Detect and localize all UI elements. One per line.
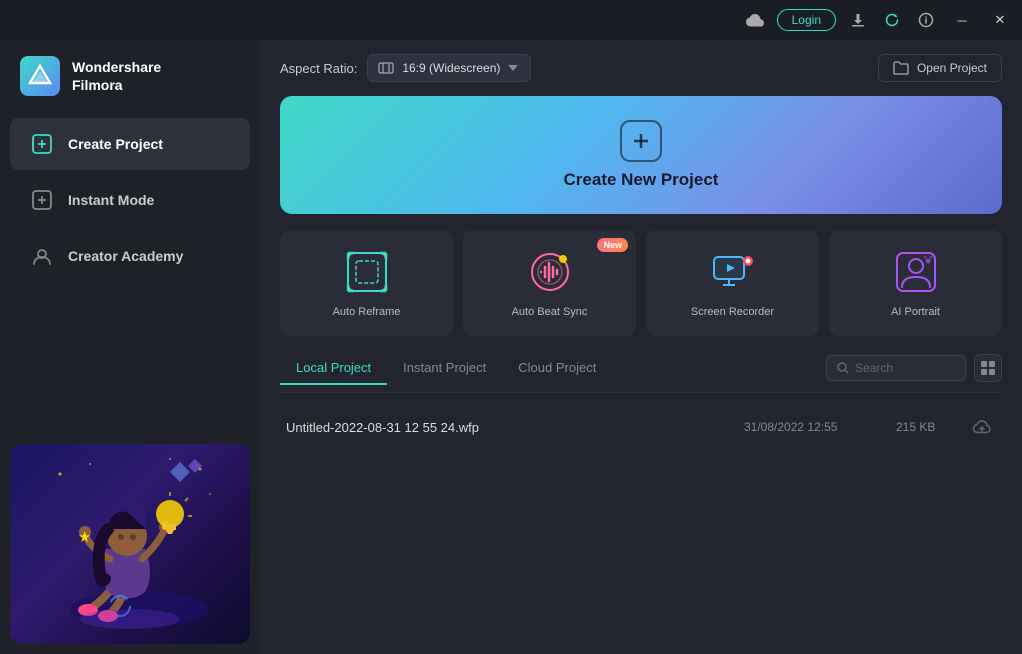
sidebar-item-create-project[interactable]: Create Project [10,118,250,170]
main-layout: Wondershare Filmora Create Project [0,40,1022,654]
table-row[interactable]: Untitled-2022-08-31 12 55 24.wfp 31/08/2… [280,403,1002,451]
ai-portrait-label: AI Portrait [891,306,940,318]
search-icon [837,362,849,374]
create-project-icon [30,132,54,156]
minimize-button[interactable]: ─ [948,6,976,34]
screen-recorder-label: Screen Recorder [691,306,774,318]
cloud-icon[interactable] [743,8,767,32]
instant-mode-label: Instant Mode [68,192,154,208]
upload-cloud-icon [972,417,992,437]
aspect-ratio-dropdown[interactable]: 16:9 (Widescreen) [367,54,531,82]
download-icon[interactable] [846,8,870,32]
chevron-down-icon [508,65,518,71]
grid-icon [981,361,995,375]
aspect-ratio-value: 16:9 (Widescreen) [402,61,500,75]
sidebar: Wondershare Filmora Create Project [0,40,260,654]
sidebar-illustration [0,434,260,654]
screen-recorder-icon [709,248,757,296]
quick-actions: Auto Reframe New [280,230,1002,336]
tab-local-project[interactable]: Local Project [280,352,387,385]
content-topbar: Aspect Ratio: 16:9 (Widescreen) [260,40,1022,96]
create-new-project-label: Create New Project [564,170,719,190]
refresh-icon[interactable] [880,8,904,32]
projects-toolbar [826,354,1002,382]
title-bar-icons: Login ─ ✕ [743,6,1014,34]
upload-to-cloud-button[interactable] [968,413,996,441]
action-card-ai-portrait[interactable]: AI Portrait [829,230,1002,336]
divider [280,392,1002,393]
tab-cloud-project[interactable]: Cloud Project [502,352,612,385]
auto-reframe-icon [343,248,391,296]
auto-beat-sync-label: Auto Beat Sync [512,306,588,318]
folder-icon [893,61,909,75]
app-name: Wondershare Filmora [72,58,161,94]
sidebar-item-instant-mode[interactable]: Instant Mode [10,174,250,226]
logo-area: Wondershare Filmora [0,44,260,116]
projects-section: Local Project Instant Project Cloud Proj… [280,352,1002,654]
create-plus-icon [620,120,662,162]
sidebar-item-creator-academy[interactable]: Creator Academy [10,230,250,282]
auto-beat-sync-icon [526,248,574,296]
action-card-screen-recorder[interactable]: Screen Recorder [646,230,819,336]
open-project-button[interactable]: Open Project [878,54,1002,82]
aspect-ratio-icon [378,62,394,74]
projects-tabs-row: Local Project Instant Project Cloud Proj… [280,352,1002,384]
login-button[interactable]: Login [777,9,836,31]
open-project-label: Open Project [917,61,987,75]
project-list: Untitled-2022-08-31 12 55 24.wfp 31/08/2… [280,403,1002,654]
create-new-project-banner[interactable]: Create New Project [280,96,1002,214]
action-card-auto-reframe[interactable]: Auto Reframe [280,230,453,336]
creator-academy-label: Creator Academy [68,248,183,264]
auto-reframe-label: Auto Reframe [333,306,401,318]
tab-instant-project[interactable]: Instant Project [387,352,502,385]
aspect-ratio-label: Aspect Ratio: [280,61,357,76]
creator-academy-icon [30,244,54,268]
title-bar: Login ─ ✕ [0,0,1022,40]
ai-portrait-icon [892,248,940,296]
project-name: Untitled-2022-08-31 12 55 24.wfp [286,420,732,435]
content-area: Aspect Ratio: 16:9 (Widescreen) [260,40,1022,654]
illustration-container [10,444,250,644]
close-button[interactable]: ✕ [986,6,1014,34]
search-input[interactable] [855,361,955,375]
new-badge: New [597,238,628,252]
project-size: 215 KB [896,420,956,434]
action-card-auto-beat-sync[interactable]: New Auto Beat Sync [463,230,636,336]
aspect-ratio-section: Aspect Ratio: 16:9 (Widescreen) [280,54,531,82]
project-date: 31/08/2022 12:55 [744,420,884,434]
grid-toggle-button[interactable] [974,354,1002,382]
create-project-label: Create Project [68,136,163,152]
app-logo [20,56,60,96]
search-box[interactable] [826,355,966,381]
instant-mode-icon [30,188,54,212]
info-icon[interactable] [914,8,938,32]
projects-tabs: Local Project Instant Project Cloud Proj… [280,352,612,384]
